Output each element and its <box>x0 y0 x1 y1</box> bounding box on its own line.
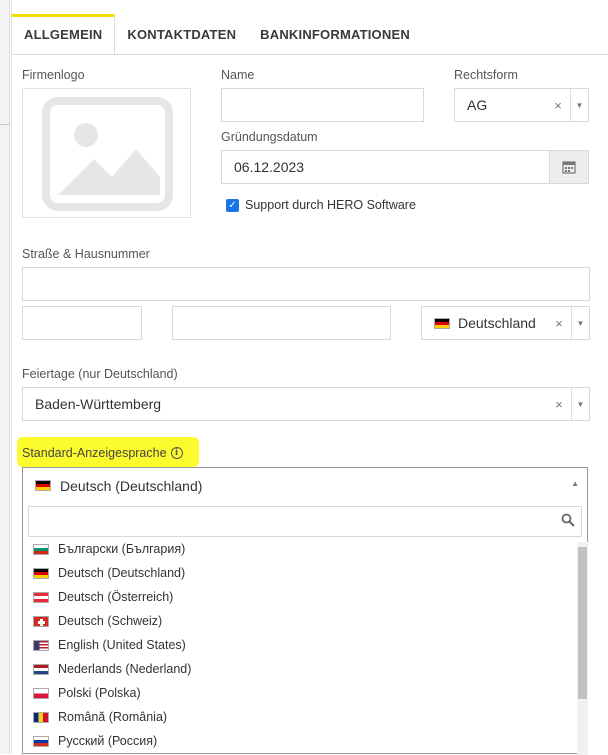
option-label: Deutsch (Deutschland) <box>58 566 186 580</box>
option-label: Română (România) <box>58 710 168 724</box>
rechtsform-select[interactable]: AG × ▼ <box>454 88 589 122</box>
option-label: Български (България) <box>58 542 186 556</box>
clear-icon[interactable]: × <box>547 397 571 412</box>
clear-icon[interactable]: × <box>547 316 571 331</box>
option-label: Deutsch (Schweiz) <box>58 614 163 628</box>
flag-at-icon <box>33 591 49 603</box>
chevron-down-icon[interactable]: ▼ <box>570 89 588 121</box>
strasse-label: Straße & Hausnummer <box>22 247 150 261</box>
tab-bar: ALLGEMEIN KONTAKTDATEN BANKINFORMATIONEN <box>11 14 422 54</box>
option-en-us[interactable]: English (United States) <box>23 633 577 657</box>
flag-us-icon <box>33 639 49 651</box>
chevron-up-icon[interactable]: ▲ <box>571 479 579 488</box>
firmenlogo-label: Firmenlogo <box>22 68 85 82</box>
flag-bg-icon <box>33 543 49 555</box>
search-icon <box>561 513 575 527</box>
option-de-ch[interactable]: Deutsch (Schweiz) <box>23 609 577 633</box>
name-label: Name <box>221 68 255 82</box>
chevron-down-icon[interactable]: ▼ <box>571 388 589 420</box>
strasse-input[interactable] <box>22 267 590 301</box>
flag-de-icon <box>434 317 450 329</box>
tab-bankinformationen[interactable]: BANKINFORMATIONEN <box>248 14 422 54</box>
rechtsform-label: Rechtsform <box>454 68 518 82</box>
option-label: Nederlands (Nederland) <box>58 662 192 676</box>
flag-nl-icon <box>33 663 49 675</box>
option-de-de[interactable]: Deutsch (Deutschland) <box>23 561 577 585</box>
option-de-at[interactable]: Deutsch (Österreich) <box>23 585 577 609</box>
support-label: Support durch HERO Software <box>245 198 416 212</box>
option-nl-nl[interactable]: Nederlands (Nederland) <box>23 657 577 681</box>
sprache-search-input[interactable] <box>28 506 582 537</box>
feiertage-select[interactable]: Baden-Württemberg × ▼ <box>22 387 590 421</box>
gruendungsdatum-label: Gründungsdatum <box>221 130 318 144</box>
feiertage-label: Feiertage (nur Deutschland) <box>22 367 178 381</box>
scrollbar-thumb[interactable] <box>578 547 587 699</box>
option-ro-ro[interactable]: Română (România) <box>23 705 577 729</box>
option-pl-pl[interactable]: Polski (Polska) <box>23 681 577 705</box>
ort-input[interactable] <box>172 306 391 340</box>
calendar-icon <box>562 161 576 174</box>
flag-de-icon <box>33 567 49 579</box>
tab-kontaktdaten[interactable]: KONTAKTDATEN <box>115 14 248 54</box>
flag-de-icon <box>35 480 51 491</box>
gruendungsdatum-value: 06.12.2023 <box>234 159 305 175</box>
sprache-select[interactable]: Deutsch (Deutschland) ▲ <box>23 468 587 503</box>
gruendungsdatum-input[interactable]: 06.12.2023 <box>221 150 589 184</box>
sprache-label: Standard-Anzeigesprache <box>22 446 167 460</box>
feiertage-value: Baden-Württemberg <box>35 396 162 412</box>
sprache-options-list: Български (България) Deutsch (Deutschlan… <box>23 542 577 755</box>
option-label: English (United States) <box>58 638 186 652</box>
land-select[interactable]: Deutschland × ▼ <box>421 306 590 340</box>
clear-icon[interactable]: × <box>546 98 570 113</box>
background-divider <box>0 124 10 125</box>
chevron-down-icon[interactable]: ▼ <box>571 307 589 339</box>
name-input[interactable] <box>221 88 424 122</box>
rechtsform-value: AG <box>467 97 488 113</box>
land-value: Deutschland <box>458 315 536 331</box>
flag-ru-icon <box>33 735 49 747</box>
calendar-button[interactable] <box>549 151 588 183</box>
background-page <box>0 0 10 754</box>
flag-pl-icon <box>33 687 49 699</box>
flag-ro-icon <box>33 711 49 723</box>
option-label: Deutsch (Österreich) <box>58 590 174 604</box>
option-label: Polski (Polska) <box>58 686 141 700</box>
flag-ch-icon <box>33 615 49 627</box>
tab-allgemein[interactable]: ALLGEMEIN <box>11 14 116 54</box>
support-checkbox[interactable]: ✓ <box>226 198 239 212</box>
tab-divider <box>11 54 608 55</box>
option-bg-bg[interactable]: Български (България) <box>23 542 577 561</box>
sprache-value: Deutsch (Deutschland) <box>60 477 203 494</box>
sprache-dropdown[interactable]: Deutsch (Deutschland) ▲ Български (Бълга… <box>22 467 588 755</box>
info-icon[interactable]: i <box>170 447 183 459</box>
options-scrollbar[interactable] <box>577 542 588 755</box>
plz-input[interactable] <box>22 306 142 340</box>
logo-upload[interactable] <box>22 88 191 218</box>
option-ru-ru[interactable]: Русский (Россия) <box>23 729 577 753</box>
support-checkbox-row[interactable]: ✓ Support durch HERO Software <box>226 198 416 212</box>
sprache-label-row: Standard-Anzeigesprache i <box>22 446 183 460</box>
option-label: Русский (Россия) <box>58 734 158 748</box>
image-placeholder-icon <box>42 97 173 211</box>
